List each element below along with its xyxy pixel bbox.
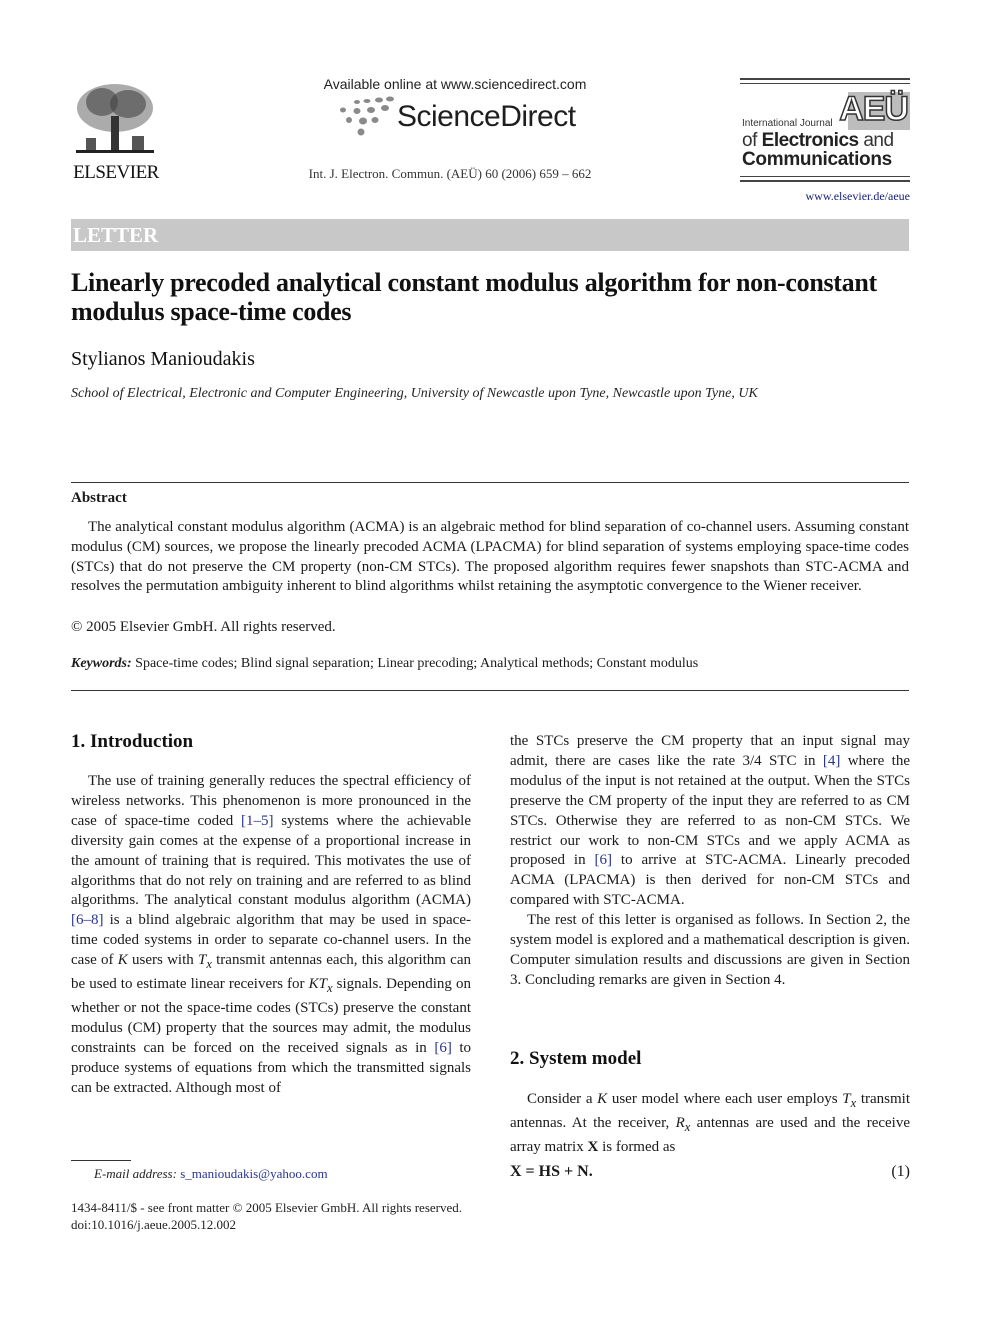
available-online-text: Available online at www.sciencedirect.co… [323,76,587,92]
author-email-footnote: E-mail address: s_manioudakis@yahoo.com [94,1166,328,1182]
author-affiliation: School of Electrical, Electronic and Com… [71,386,758,401]
abstract-text: The analytical constant modulus algorith… [71,519,909,595]
abstract-bottom-rule [71,690,909,691]
author-name: Stylianos Manioudakis [71,348,255,370]
issn-copyright: 1434-8411/$ - see front matter © 2005 El… [71,1200,463,1215]
paper-title: Linearly precoded analytical constant mo… [71,268,877,326]
keywords-label: Keywords: [71,656,132,671]
journal-name-line2: Communications [742,149,892,170]
system-model-paragraph: Consider a K user model where each user … [510,1091,910,1155]
journal-logo: AEÜ International Journal of Electronics… [740,78,910,188]
journal-intl-line: International Journal [742,118,833,129]
citation-link[interactable]: [1–5] [241,813,274,829]
equation-1: X = HS + N. (1) [510,1163,910,1181]
doi: doi:10.1016/j.aeue.2005.12.002 [71,1217,237,1232]
section-heading-introduction: 1. Introduction [71,731,194,752]
sciencedirect-logo[interactable]: ScienceDirect [335,96,576,140]
front-matter: 1434-8411/$ - see front matter © 2005 El… [71,1199,491,1233]
journal-url-link[interactable]: www.elsevier.de/aeue [740,189,910,204]
aeu-acronym: AEÜ [838,89,909,129]
article-type-label: LETTER [73,223,159,247]
sciencedirect-wordmark: ScienceDirect [397,100,576,133]
intro-paragraph-1-continued: the STCs preserve the CM property that a… [510,733,910,909]
equation-number: (1) [891,1163,910,1180]
sciencedirect-dots-icon [340,96,394,136]
elsevier-tree-icon [76,84,154,153]
abstract-copyright: © 2005 Elsevier GmbH. All rights reserve… [71,619,336,635]
article-type-bar: LETTER [71,219,909,251]
citation-link[interactable]: [6] [595,852,613,868]
email-label: E-mail address: [94,1166,177,1181]
publisher-name: ELSEVIER [73,162,159,183]
logo-rule [740,176,910,177]
equation-body: X = HS + N. [510,1163,593,1180]
journal-citation: Int. J. Electron. Commun. (AEÜ) 60 (2006… [308,166,592,181]
left-column: The use of training generally reduces th… [71,772,471,1099]
author-email-link[interactable]: s_manioudakis@yahoo.com [180,1166,327,1181]
keywords-list: Space-time codes; Blind signal separatio… [135,656,699,671]
right-column: the STCs preserve the CM property that a… [510,732,910,991]
citation-link[interactable]: [6] [434,1040,452,1056]
abstract-body: The analytical constant modulus algorith… [71,518,909,597]
intro-paragraph-2: The rest of this letter is organised as … [510,912,910,988]
logo-rule [740,78,910,80]
abstract-top-rule [71,482,909,483]
section-heading-system-model: 2. System model [510,1048,642,1069]
intro-paragraph-1: The use of training generally reduces th… [71,773,472,1096]
logo-rule [740,83,910,84]
footnote-rule [71,1160,131,1161]
abstract-heading: Abstract [71,490,127,506]
elsevier-logo: ELSEVIER [70,80,162,183]
system-model-text: Consider a K user model where each user … [510,1090,910,1158]
keywords: Keywords: Space-time codes; Blind signal… [71,656,698,672]
logo-rule [740,180,910,182]
citation-link[interactable]: [6–8] [71,912,104,928]
citation-link[interactable]: [4] [823,753,841,769]
